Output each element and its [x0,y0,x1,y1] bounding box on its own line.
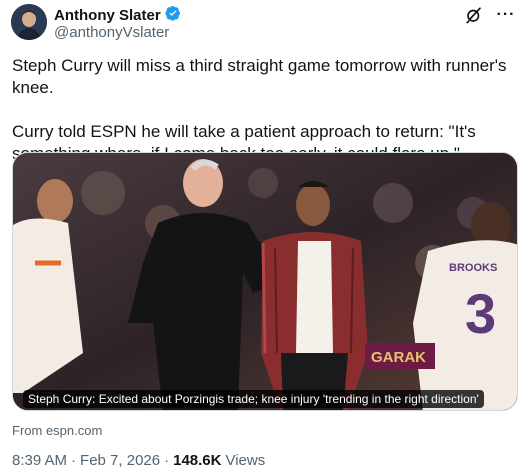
author-handle[interactable]: @anthonyVslater [54,24,169,41]
tweet-paragraph: Steph Curry will miss a third straight g… [12,56,507,97]
card-source[interactable]: From espn.com [12,423,102,438]
tweet-time[interactable]: 8:39 AM [12,452,67,469]
meta-separator: · [164,452,170,469]
author-display-name[interactable]: Anthony Slater [54,7,161,24]
verified-badge-icon [165,5,181,26]
tweet-card: Anthony Slater @anthonyVslater ··· Steph… [0,0,530,472]
jersey-number: 3 [465,282,496,345]
tweet-meta: 8:39 AM · Feb 7, 2026 · 148.6K Views [12,452,265,469]
banner-text: GARAK [371,349,426,366]
header-actions: ··· [464,5,516,25]
author-name-row: Anthony Slater [54,5,181,26]
tweet-date[interactable]: Feb 7, 2026 [80,452,160,469]
more-options-icon[interactable]: ··· [496,5,516,25]
views-count: 148.6K [173,452,222,469]
views-label: Views [225,452,266,469]
author-avatar[interactable] [11,4,47,40]
link-preview-card[interactable]: 3 BROOKS GARAK Steph Curry: Excited abou… [12,152,518,411]
grok-icon[interactable] [464,5,484,25]
preview-image: 3 BROOKS GARAK [13,153,517,410]
meta-separator: · [71,452,77,469]
avatar-image [11,4,47,40]
jersey-name: BROOKS [449,262,497,274]
tweet-body: Steph Curry will miss a third straight g… [12,55,522,165]
card-caption: Steph Curry: Excited about Porzingis tra… [23,390,484,408]
